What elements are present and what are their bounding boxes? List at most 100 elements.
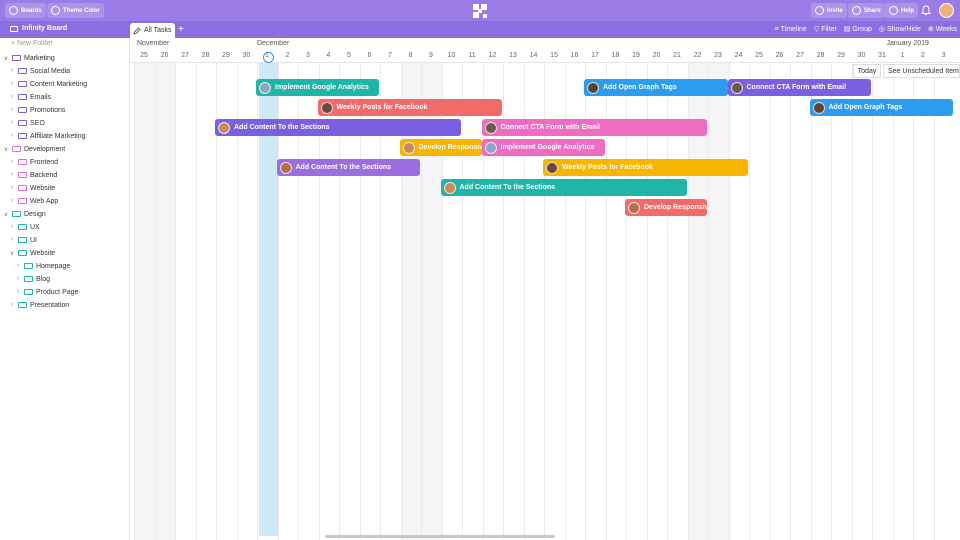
chevron-right-icon[interactable]: › <box>9 68 15 74</box>
day-label: 14 <box>529 52 538 59</box>
day-label: 3 <box>306 52 310 59</box>
task-bar[interactable]: Weekly Posts for Facebook <box>317 99 502 116</box>
sidebar-item[interactable]: › UX <box>9 221 40 233</box>
boards-icon <box>9 6 18 15</box>
group-icon: ▤ <box>843 26 851 33</box>
timeline-button[interactable]: ≡ Timeline <box>775 25 807 33</box>
chevron-down-icon[interactable]: ∨ <box>3 55 9 62</box>
task-label: Develop Responsive Layout <box>418 144 482 151</box>
day-label: 26 <box>160 52 169 59</box>
sidebar-item[interactable]: › Web App <box>9 195 58 207</box>
grid-line <box>810 63 812 540</box>
eye-icon: ◎ <box>878 26 885 33</box>
theme-color-button[interactable]: Theme Color <box>47 3 104 18</box>
bell-icon[interactable] <box>921 5 931 16</box>
task-bar[interactable]: Implement Google Analytics <box>481 139 605 156</box>
task-bar[interactable]: Connect CTA Form with Email <box>727 79 871 96</box>
sidebar-item-label: Presentation <box>30 301 70 309</box>
group-button[interactable]: ▤ Group <box>843 25 872 34</box>
assignee-avatar <box>402 141 415 154</box>
chevron-right-icon[interactable]: › <box>9 159 15 165</box>
chevron-right-icon[interactable]: › <box>15 263 21 269</box>
chevron-right-icon[interactable]: › <box>15 289 21 295</box>
sidebar-item[interactable]: › Emails <box>9 91 51 103</box>
help-button[interactable]: Help <box>885 3 919 18</box>
chevron-right-icon[interactable]: › <box>15 276 21 282</box>
assignee-avatar <box>279 161 292 174</box>
unscheduled-items-button[interactable]: See Unscheduled Items <box>883 64 960 78</box>
task-bar[interactable]: Develop Responsive Layout <box>399 139 482 156</box>
sidebar-item[interactable]: ∨ Marketing <box>3 52 55 64</box>
day-label: 10 <box>447 52 456 59</box>
chevron-down-icon[interactable]: ∨ <box>3 146 9 153</box>
sidebar-item[interactable]: ∨ Website <box>9 247 55 259</box>
new-folder-button[interactable]: + New Folder <box>11 40 53 47</box>
sidebar-item[interactable]: › SEO <box>9 117 45 129</box>
sidebar-item[interactable]: › Promotions <box>9 104 65 116</box>
sidebar-item[interactable]: › UI <box>9 234 37 246</box>
task-bar[interactable]: Add Open Graph Tags <box>809 99 953 116</box>
sidebar-item[interactable]: › Product Page <box>15 286 78 298</box>
today-marker <box>263 52 274 63</box>
sidebar-item[interactable]: › Website <box>9 182 55 194</box>
task-bar[interactable]: Add Content To the Sections <box>215 119 461 136</box>
sidebar-item[interactable]: › Homepage <box>15 260 70 272</box>
invite-button[interactable]: Invite <box>811 3 847 18</box>
chevron-right-icon[interactable]: › <box>9 224 15 230</box>
showhide-button[interactable]: ◎ Show/Hide <box>878 25 921 34</box>
sidebar-item[interactable]: › Content Marketing <box>9 78 87 90</box>
chevron-right-icon[interactable]: › <box>9 172 15 178</box>
chevron-down-icon[interactable]: ∨ <box>9 250 15 257</box>
folder-icon <box>18 302 27 308</box>
weeks-button[interactable]: ⊕ Weeks <box>928 25 957 34</box>
sidebar-item[interactable]: › Blog <box>15 273 50 285</box>
sidebar-item[interactable]: ∨ Design <box>3 208 46 220</box>
folder-icon <box>18 68 27 74</box>
day-label: 25 <box>755 52 763 59</box>
chevron-down-icon[interactable]: ∨ <box>3 211 9 218</box>
day-label: 27 <box>796 52 804 59</box>
month-label: November <box>137 40 170 47</box>
today-button[interactable]: Today <box>853 64 881 78</box>
task-bar[interactable]: Develop Responsive Layout <box>625 199 707 216</box>
add-tab-button[interactable]: + <box>178 24 184 35</box>
board-selector[interactable]: Infinity Board <box>10 25 67 32</box>
task-bar[interactable]: Add Content To the Sections <box>276 159 420 176</box>
user-icon <box>815 6 824 15</box>
day-label: 4 <box>326 52 331 59</box>
sidebar-item[interactable]: › Frontend <box>9 156 58 168</box>
user-avatar[interactable] <box>939 3 954 18</box>
boards-button[interactable]: Boards <box>5 3 46 18</box>
folder-icon <box>12 146 21 152</box>
sidebar-item[interactable]: › Affiliate Marketing <box>9 130 86 142</box>
chevron-right-icon[interactable]: › <box>9 133 15 139</box>
sidebar-item[interactable]: › Backend <box>9 169 57 181</box>
assignee-avatar <box>484 121 497 134</box>
chevron-right-icon[interactable]: › <box>9 302 15 308</box>
chevron-right-icon[interactable]: › <box>9 81 15 87</box>
share-button[interactable]: Share <box>848 3 885 18</box>
sidebar-item[interactable]: › Social Media <box>9 65 70 77</box>
chevron-right-icon[interactable]: › <box>9 120 15 126</box>
chevron-right-icon[interactable]: › <box>9 198 15 204</box>
task-bar[interactable]: Implement Google Analytics <box>256 79 379 96</box>
task-bar[interactable]: Add Open Graph Tags <box>584 79 728 96</box>
chevron-right-icon[interactable]: › <box>9 107 15 113</box>
chevron-right-icon[interactable]: › <box>9 237 15 243</box>
task-bar[interactable]: Connect CTA Form with Email <box>481 119 707 136</box>
filter-button[interactable]: ▽ Filter <box>814 25 837 34</box>
sidebar-item[interactable]: › Presentation <box>9 299 69 311</box>
tab-all-tasks[interactable]: All Tasks <box>130 23 175 38</box>
sidebar-item-label: Design <box>24 210 46 218</box>
horizontal-scrollbar[interactable] <box>325 535 555 538</box>
assignee-avatar <box>218 121 230 134</box>
folder-icon <box>18 172 27 178</box>
day-label: 28 <box>201 52 210 59</box>
task-label: Connect CTA Form with Email <box>500 124 601 131</box>
chevron-right-icon[interactable]: › <box>9 94 15 100</box>
sidebar-item[interactable]: ∨ Development <box>3 143 65 155</box>
grid-line <box>872 63 873 540</box>
chevron-right-icon[interactable]: › <box>9 185 15 191</box>
task-bar[interactable]: Weekly Posts for Facebook <box>543 159 748 176</box>
task-bar[interactable]: Add Content To the Sections <box>440 179 687 196</box>
